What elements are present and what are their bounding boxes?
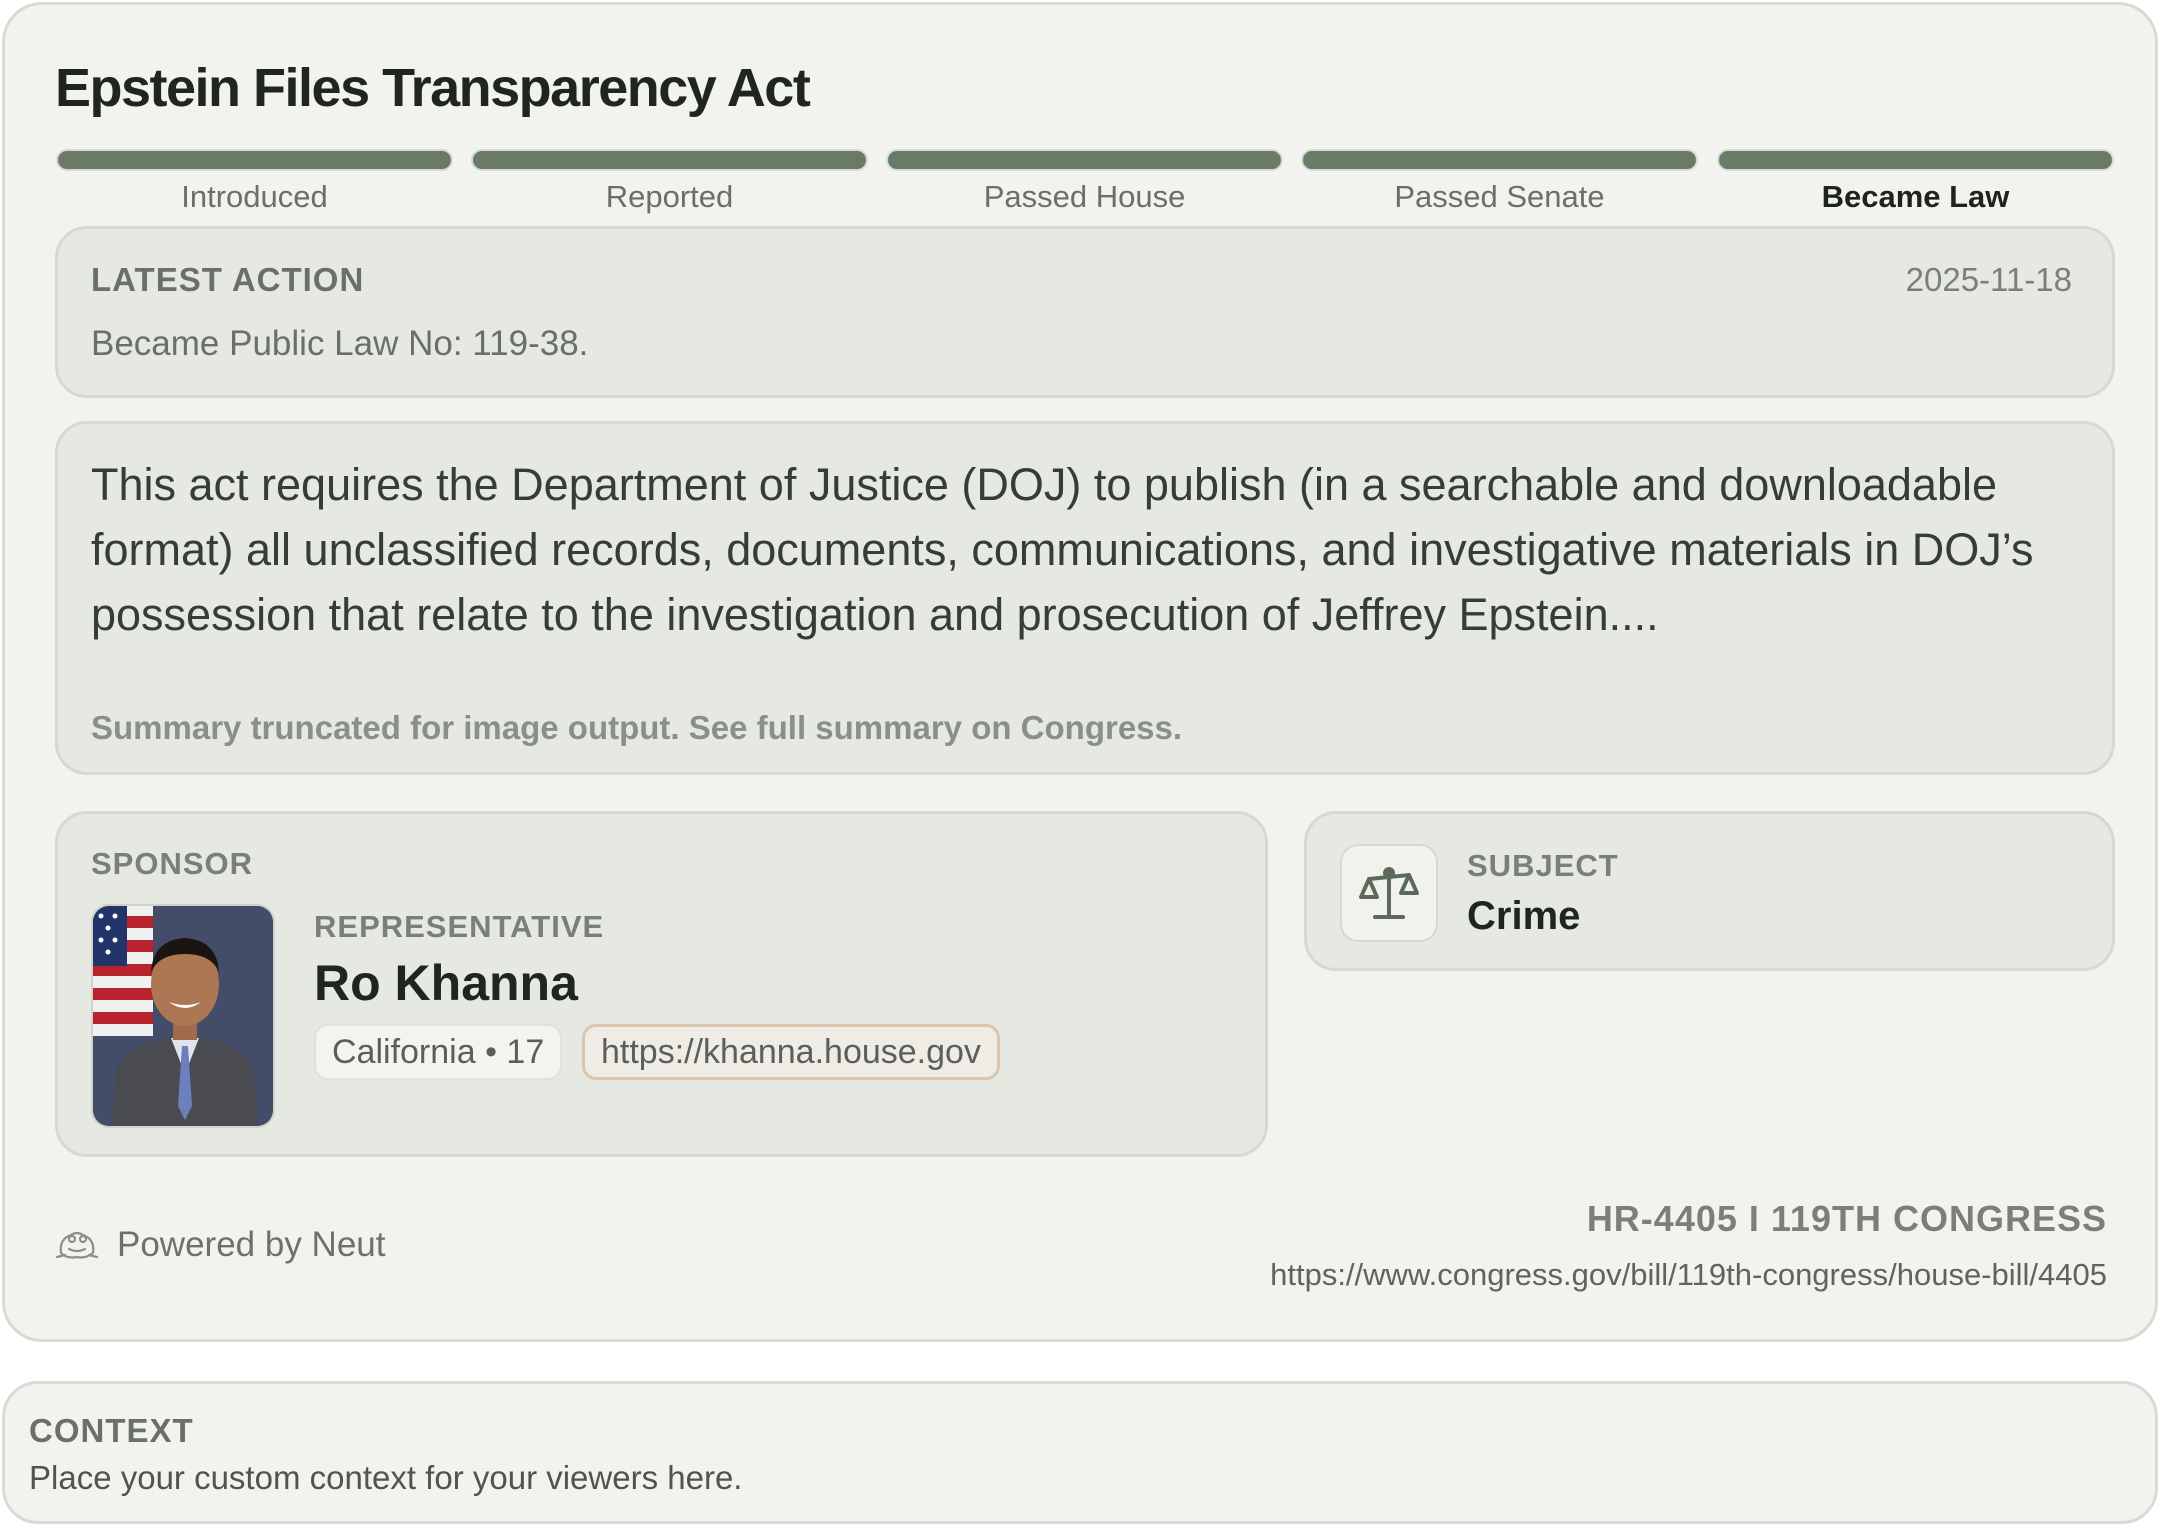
powered-by: Powered by Neut — [55, 1225, 385, 1265]
latest-action-panel: LATEST ACTION 2025-11-18 Became Public L… — [55, 226, 2115, 398]
stage-bar — [56, 149, 453, 171]
sponsor-website-link[interactable]: https://khanna.house.gov — [582, 1024, 1000, 1080]
summary-text: This act requires the Department of Just… — [91, 459, 2034, 640]
sponsor-district-chip: California • 17 — [314, 1024, 563, 1080]
sponsor-panel: SPONSOR REPRESENTATIVE Ro Khanna Califor… — [55, 811, 1268, 1157]
powered-by-text: Powered by Neut — [117, 1225, 386, 1264]
stage-label: Became Law — [1821, 179, 2010, 214]
subject-icon-box — [1340, 844, 1438, 942]
latest-action-text: Became Public Law No: 119-38. — [91, 324, 589, 363]
context-card: CONTEXT Place your custom context for yo… — [2, 1381, 2158, 1524]
sponsor-name: Ro Khanna — [314, 955, 578, 1011]
stage-passed-senate: Passed Senate — [1301, 149, 1698, 215]
sponsor-heading: SPONSOR — [91, 846, 254, 881]
subject-panel: SUBJECT Crime — [1304, 811, 2115, 971]
stage-label: Reported — [605, 179, 734, 214]
latest-action-heading: LATEST ACTION — [91, 261, 365, 298]
latest-action-date: 2025-11-18 — [1905, 261, 2072, 298]
stage-bar — [1301, 149, 1698, 171]
stage-bar — [1717, 149, 2114, 171]
stage-label: Introduced — [181, 179, 328, 214]
subject-value: Crime — [1467, 894, 1581, 938]
summary-truncation-note: Summary truncated for image output. See … — [91, 709, 1183, 746]
stage-reported: Reported — [471, 149, 868, 215]
stage-bar — [471, 149, 868, 171]
stage-became-law: Became Law — [1717, 149, 2114, 215]
stage-introduced: Introduced — [56, 149, 453, 215]
stage-label: Passed Senate — [1394, 179, 1605, 214]
bill-title: Epstein Files Transparency Act — [55, 58, 811, 118]
bill-card: Epstein Files Transparency Act Introduce… — [2, 2, 2158, 1342]
summary-panel: This act requires the Department of Just… — [55, 421, 2115, 775]
subject-heading: SUBJECT — [1467, 848, 1619, 883]
stage-bar — [886, 149, 1283, 171]
context-heading: CONTEXT — [29, 1412, 194, 1449]
scales-icon — [1359, 867, 1419, 919]
sponsor-portrait-icon — [93, 906, 273, 1126]
frog-logo-icon — [55, 1231, 99, 1259]
context-text: Place your custom context for your viewe… — [29, 1459, 743, 1496]
stage-passed-house: Passed House — [886, 149, 1283, 215]
bill-url-link[interactable]: https://www.congress.gov/bill/119th-cong… — [1270, 1257, 2107, 1293]
sponsor-role: REPRESENTATIVE — [314, 909, 605, 944]
stage-label: Passed House — [983, 179, 1186, 214]
bill-id: HR-4405 I 119TH CONGRESS — [1586, 1198, 2107, 1239]
sponsor-avatar — [91, 904, 275, 1128]
